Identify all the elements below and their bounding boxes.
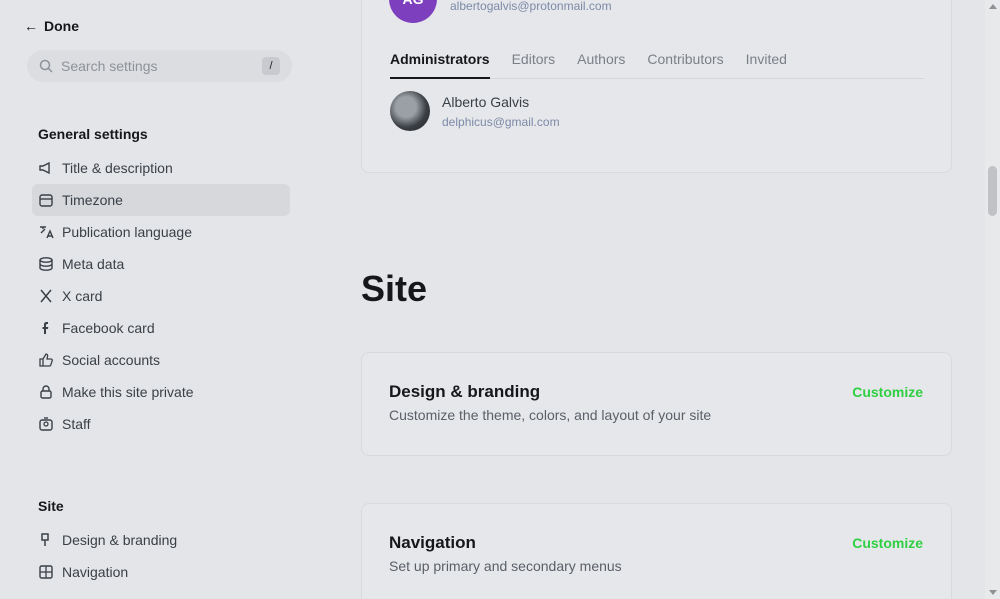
staff-card: AG albertogalvis@protonmail.com Administ… xyxy=(361,0,952,173)
staff-user-row[interactable]: Alberto Galvis delphicus@gmail.com xyxy=(390,91,560,131)
sidebar-item-label: Navigation xyxy=(62,564,129,580)
card-description: Set up primary and secondary menus xyxy=(389,558,622,574)
site-settings-nav: Design & branding Navigation xyxy=(32,524,290,588)
sidebar-item-navigation[interactable]: Navigation xyxy=(32,556,290,588)
sidebar-item-label: Publication language xyxy=(62,224,192,240)
search-icon xyxy=(39,59,53,73)
calendar-icon xyxy=(38,192,54,208)
card-title: Design & branding xyxy=(389,382,541,401)
sidebar-item-label: Design & branding xyxy=(62,532,178,548)
owner-avatar: AG xyxy=(389,0,437,23)
sidebar-item-label: X card xyxy=(62,288,103,304)
staff-icon xyxy=(38,416,54,432)
sidebar-item-make-private[interactable]: Make this site private xyxy=(32,376,290,408)
navigation-card: Navigation Set up primary and secondary … xyxy=(361,503,952,599)
shortcut-badge: / xyxy=(262,57,280,75)
thumbs-up-icon xyxy=(38,352,54,368)
avatar xyxy=(390,91,430,131)
brush-icon xyxy=(38,532,54,548)
search-box: / xyxy=(27,50,292,82)
owner-email: albertogalvis@protonmail.com xyxy=(450,0,612,13)
done-button[interactable]: ← Done xyxy=(24,16,79,36)
tab-authors[interactable]: Authors xyxy=(577,47,625,79)
sidebar-item-label: Social accounts xyxy=(62,352,161,368)
sidebar-item-label: Timezone xyxy=(62,192,123,208)
sidebar-item-label: Meta data xyxy=(62,256,125,272)
sidebar-item-title-description[interactable]: Title & description xyxy=(32,152,290,184)
sidebar-item-social-accounts[interactable]: Social accounts xyxy=(32,344,290,376)
scroll-up-arrow-icon[interactable] xyxy=(989,4,997,9)
arrow-left-icon: ← xyxy=(24,18,38,34)
card-title: Navigation xyxy=(389,533,476,552)
user-name: Alberto Galvis xyxy=(442,93,530,110)
card-description: Customize the theme, colors, and layout … xyxy=(389,407,712,423)
sidebar-item-meta-data[interactable]: Meta data xyxy=(32,248,290,280)
scroll-down-arrow-icon[interactable] xyxy=(989,590,997,595)
grid-icon xyxy=(38,564,54,580)
customize-design-button[interactable]: Customize xyxy=(852,384,923,400)
user-email: delphicus@gmail.com xyxy=(442,114,560,129)
megaphone-icon xyxy=(38,160,54,176)
x-logo-icon xyxy=(38,288,54,304)
site-section-heading: Site xyxy=(38,498,64,514)
sidebar-item-label: Staff xyxy=(62,416,91,432)
settings-sidebar: ← Done / General settings Title & descri… xyxy=(0,0,320,599)
sidebar-item-label: Make this site private xyxy=(62,384,194,400)
staff-tabs: Administrators Editors Authors Contribut… xyxy=(390,47,924,79)
search-input[interactable] xyxy=(61,58,251,74)
general-settings-nav: Title & description Timezone Publication… xyxy=(32,152,290,440)
scrollbar-thumb[interactable] xyxy=(988,166,997,216)
translate-icon xyxy=(38,224,54,240)
sidebar-item-design-branding[interactable]: Design & branding xyxy=(32,524,290,556)
settings-main: AG albertogalvis@protonmail.com Administ… xyxy=(320,0,985,599)
tab-administrators[interactable]: Administrators xyxy=(390,47,490,79)
design-branding-card: Design & branding Customize the theme, c… xyxy=(361,352,952,456)
page-section-title: Site xyxy=(361,268,428,309)
vertical-scrollbar[interactable] xyxy=(985,0,1000,599)
sidebar-item-x-card[interactable]: X card xyxy=(32,280,290,312)
tab-invited[interactable]: Invited xyxy=(746,47,787,79)
sidebar-item-label: Facebook card xyxy=(62,320,155,336)
facebook-icon xyxy=(38,320,54,336)
database-icon xyxy=(38,256,54,272)
tab-editors[interactable]: Editors xyxy=(512,47,556,79)
sidebar-item-staff[interactable]: Staff xyxy=(32,408,290,440)
general-settings-heading: General settings xyxy=(38,126,148,142)
customize-navigation-button[interactable]: Customize xyxy=(852,535,923,551)
sidebar-item-timezone[interactable]: Timezone xyxy=(32,184,290,216)
sidebar-item-publication-language[interactable]: Publication language xyxy=(32,216,290,248)
lock-icon xyxy=(38,384,54,400)
tab-contributors[interactable]: Contributors xyxy=(647,47,723,79)
sidebar-item-facebook-card[interactable]: Facebook card xyxy=(32,312,290,344)
sidebar-item-label: Title & description xyxy=(62,160,173,176)
done-label: Done xyxy=(44,18,79,34)
